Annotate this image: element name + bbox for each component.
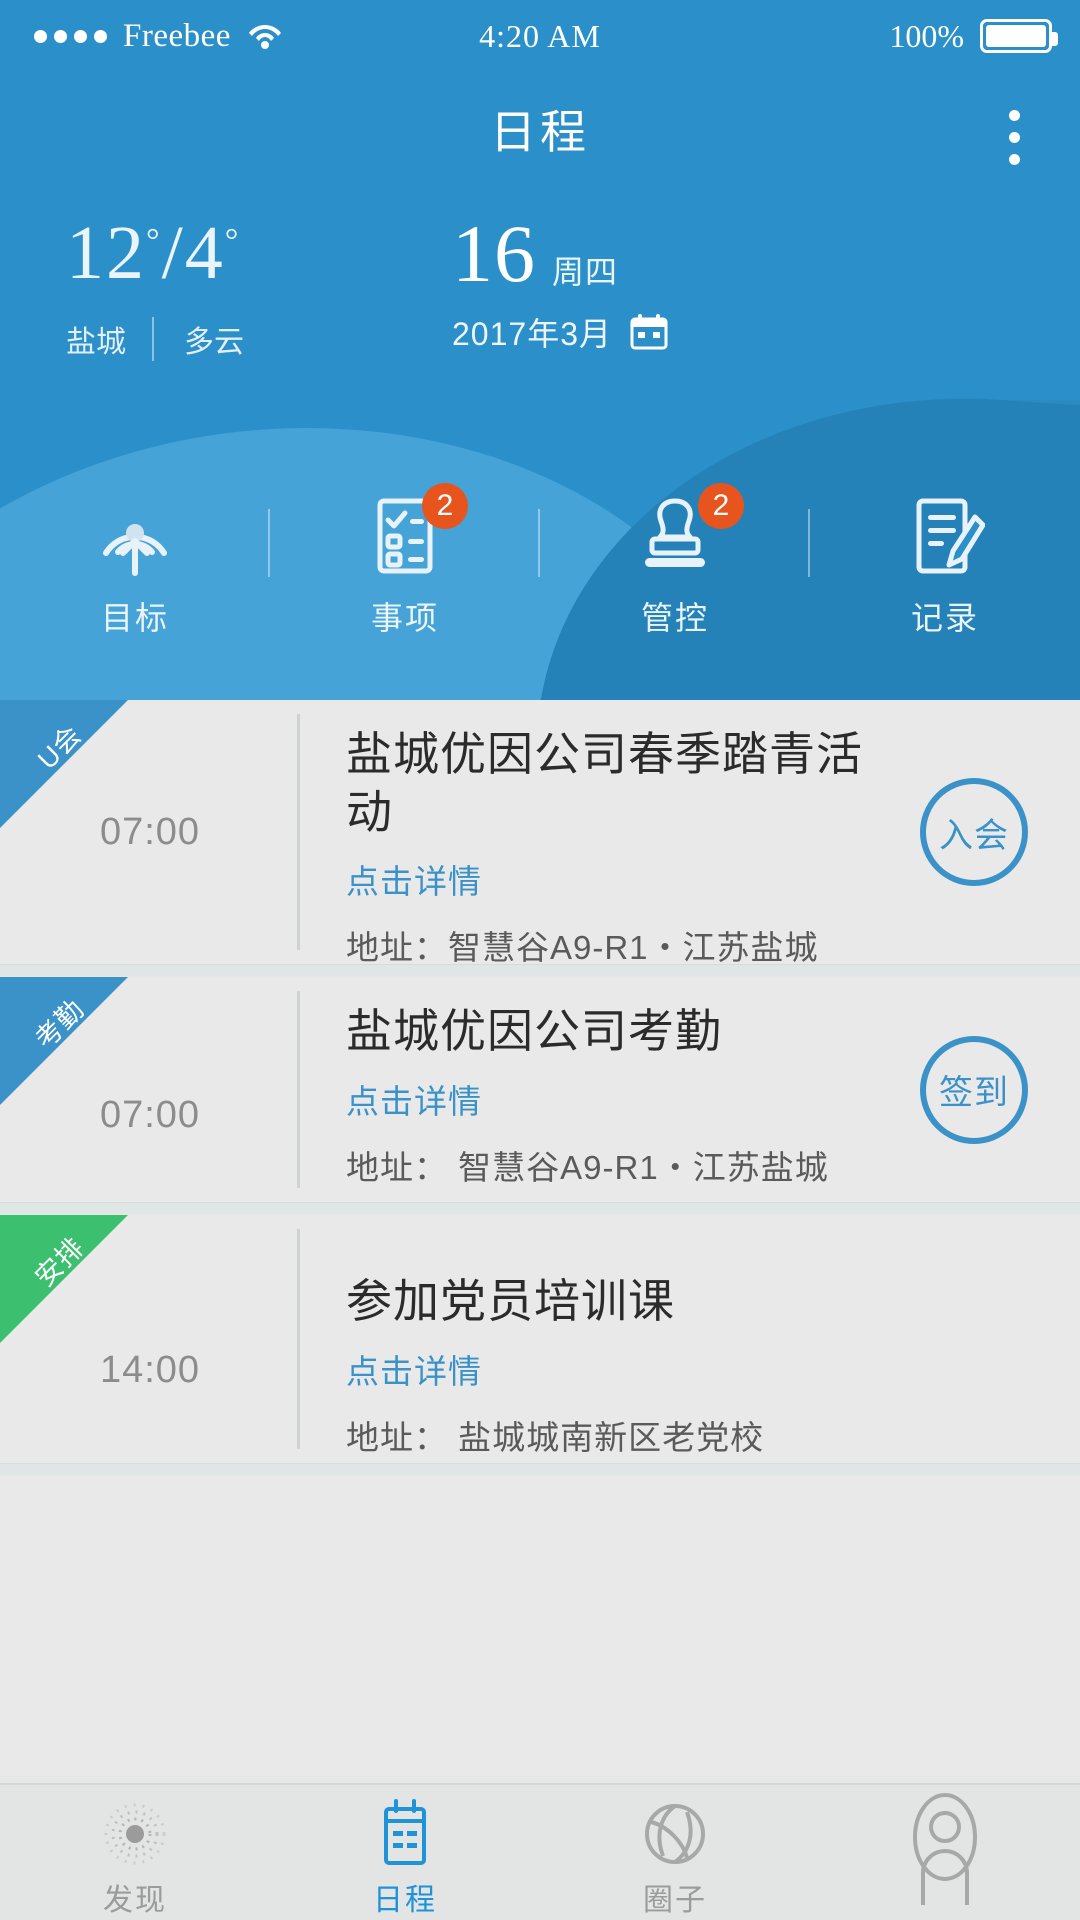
quick-action-badge: 2 [422,483,468,529]
temperature-separator: / [161,211,185,295]
date-day: 16 [452,208,536,299]
profile-person-icon [900,1793,990,1905]
quick-actions-bar: 目标 2 事项 2 管控 记录 [0,483,1080,657]
card-time-column: 07:00 [0,700,300,964]
checkin-button[interactable]: 签到 [920,1035,1028,1144]
card-title: 盐城优因公司考勤 [346,1005,722,1057]
calendar-icon[interactable] [630,313,668,350]
quick-action-label: 事项 [370,600,439,636]
card-inner: 07:00 盐城优因公司考勤 点击详情 地址： 智慧谷A9-R1・江苏盐城 签到 [0,977,1080,1202]
schedule-card[interactable]: 考勤 07:00 盐城优因公司考勤 点击详情 地址： 智慧谷A9-R1・江苏盐城… [0,977,1080,1202]
status-bar-right: 100% [889,17,1058,55]
card-time-column: 07:00 [0,977,300,1202]
card-divider-line [297,991,300,1188]
quick-action-control[interactable]: 2 管控 [540,483,810,657]
schedule-list: U会 07:00 盐城优因公司春季踏青活动 点击详情 地址：智慧谷A9-R1・江… [0,700,1080,1783]
degree-symbol-high: ° [146,222,162,260]
card-address: 地址： 盐城城南新区老党校 [346,1418,765,1456]
temperature-high: 12 [66,211,146,295]
temperature-low: 4 [184,211,225,295]
date-month: 2017年3月 [452,315,612,352]
card-detail-link[interactable]: 点击详情 [346,855,868,903]
weather-widget[interactable]: 12°/4° 盐城 多云 [66,215,244,361]
card-inner: 14:00 参加党员培训课 点击详情 地址： 盐城城南新区老党校 [0,1215,1080,1463]
card-title: 盐城优因公司春季踏青活动 [346,728,863,838]
card-body: 盐城优因公司考勤 点击详情 地址： 智慧谷A9-R1・江苏盐城 [300,977,868,1202]
card-time: 07:00 [99,810,201,853]
date-month-row[interactable]: 2017年3月 [452,309,668,355]
target-radar-icon [92,497,178,576]
weather-city: 盐城 [66,317,154,361]
tab-label: 日程 [373,1884,437,1917]
card-title: 参加党员培训课 [346,1275,675,1327]
phone-screen: Freebee 4:20 AM 100% 日程 12°/4° 盐城 多云 16 … [0,0,1080,1920]
card-divider-line [297,714,300,950]
quick-action-label: 记录 [910,600,979,636]
list-empty-area [0,1476,1080,1776]
card-address: 地址： 智慧谷A9-R1・江苏盐城 [346,1148,829,1186]
card-body: 盐城优因公司春季踏青活动 点击详情 地址：智慧谷A9-R1・江苏盐城 线上地址:… [300,700,868,964]
tab-label: 发现 [103,1884,167,1917]
quick-action-label: 目标 [100,600,169,636]
bottom-tab-bar: 发现 日程 圈子 [0,1783,1080,1920]
tab-discover[interactable]: 发现 [0,1785,270,1920]
page-title: 日程 [490,106,590,158]
card-divider-line [297,1229,300,1449]
quick-action-target[interactable]: 目标 [0,497,270,657]
weather-condition: 多云 [184,326,244,359]
quick-action-items[interactable]: 2 事项 [270,483,540,657]
temperature-display: 12°/4° [66,215,244,291]
header-panel: Freebee 4:20 AM 100% 日程 12°/4° 盐城 多云 16 … [0,0,1080,700]
card-inner: 07:00 盐城优因公司春季踏青活动 点击详情 地址：智慧谷A9-R1・江苏盐城… [0,700,1080,964]
more-vertical-icon[interactable] [984,102,1044,172]
battery-percent-label: 100% [889,17,964,54]
date-weekday: 周四 [552,253,619,290]
card-time: 07:00 [99,1094,201,1136]
card-detail-link[interactable]: 点击详情 [346,1345,868,1393]
discover-sun-icon [101,1799,169,1869]
status-bar: Freebee 4:20 AM 100% [0,0,1080,72]
tab-label: 圈子 [643,1884,707,1917]
note-pen-icon [905,497,985,575]
card-separator [0,1202,1080,1215]
quick-action-badge: 2 [698,483,744,529]
date-day-row: 16 周四 [452,208,668,299]
tab-schedule[interactable]: 日程 [270,1785,540,1920]
degree-symbol-low: ° [224,222,241,260]
card-separator [0,964,1080,977]
weather-meta: 盐城 多云 [66,317,244,361]
card-action-column: 入会 [868,700,1080,964]
stamp-icon: 2 [632,483,744,575]
card-body: 参加党员培训课 点击详情 地址： 盐城城南新区老党校 [300,1215,868,1463]
checklist-icon: 2 [368,483,468,575]
title-bar: 日程 [0,72,1080,182]
card-address: 地址：智慧谷A9-R1・江苏盐城 [346,929,819,964]
battery-icon [980,19,1058,53]
tab-profile[interactable] [810,1785,1080,1920]
tab-circle[interactable]: 圈子 [540,1785,810,1920]
quick-action-record[interactable]: 记录 [810,497,1080,657]
circle-aperture-icon [641,1799,709,1869]
schedule-card[interactable]: 安排 14:00 参加党员培训课 点击详情 地址： 盐城城南新区老党校 [0,1215,1080,1463]
join-button[interactable]: 入会 [920,778,1028,886]
card-action-column [868,1215,1080,1463]
quick-action-label: 管控 [640,600,709,636]
schedule-card[interactable]: U会 07:00 盐城优因公司春季踏青活动 点击详情 地址：智慧谷A9-R1・江… [0,700,1080,964]
card-detail-link[interactable]: 点击详情 [346,1075,868,1123]
card-time-column: 14:00 [0,1215,300,1463]
card-time: 14:00 [99,1348,201,1391]
card-separator [0,1463,1080,1476]
date-widget[interactable]: 16 周四 2017年3月 [452,208,668,355]
card-action-column: 签到 [868,977,1080,1202]
calendar-schedule-icon [374,1799,436,1869]
